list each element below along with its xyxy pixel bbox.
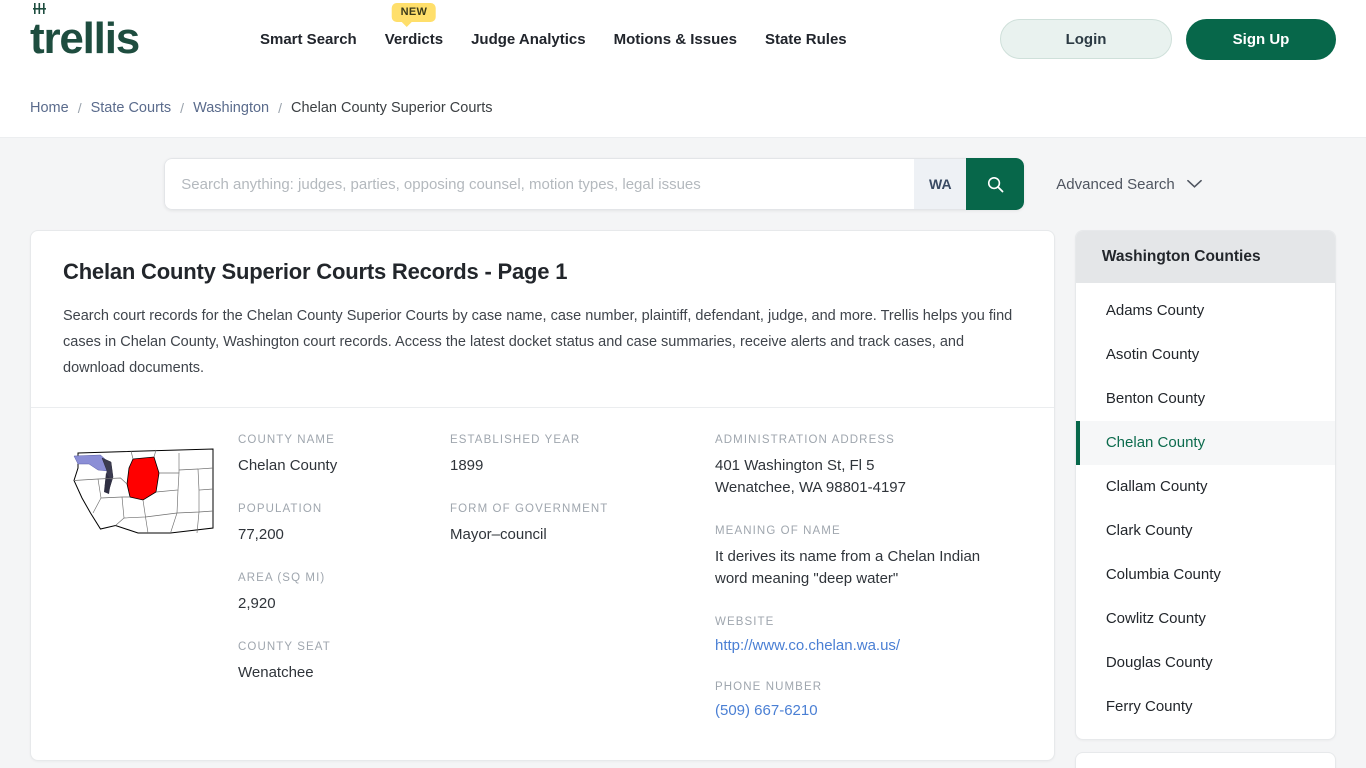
sidebar-item-clallam-county[interactable]: Clallam County	[1076, 465, 1335, 509]
counties-sidebar: Washington Counties Adams County Asotin …	[1074, 230, 1336, 740]
breadcrumb-item-washington[interactable]: Washington	[193, 100, 269, 116]
nav-item-state-rules[interactable]: State Rules	[765, 31, 847, 48]
facts-column-right: ADMINISTRATION ADDRESS 401 Washington St…	[715, 434, 1005, 720]
fact-value: 1899	[450, 457, 484, 474]
state-selector[interactable]: WA	[914, 158, 967, 210]
fact-label: WEBSITE	[715, 616, 775, 628]
fact-phone-number: PHONE NUMBER (509) 667-6210	[715, 681, 1005, 720]
sidebar-item-cowlitz-county[interactable]: Cowlitz County	[1076, 597, 1335, 641]
facts-column-middle: ESTABLISHED YEAR 1899 FORM OF GOVERNMENT…	[450, 434, 715, 720]
trellis-mark-icon	[33, 3, 46, 14]
washington-map-icon	[63, 438, 223, 543]
sidebar-item-clark-county[interactable]: Clark County	[1076, 509, 1335, 553]
nav-item-smart-search[interactable]: Smart Search	[260, 31, 357, 48]
login-button[interactable]: Login	[1000, 19, 1172, 59]
fact-value: 77,200	[238, 526, 284, 543]
main-column: Chelan County Superior Courts Records - …	[30, 230, 1055, 761]
sidebar-item-douglas-county[interactable]: Douglas County	[1076, 641, 1335, 685]
sidebar-item-ferry-county[interactable]: Ferry County	[1076, 685, 1335, 729]
fact-value: Mayor–council	[450, 526, 547, 543]
search-section: WA Advanced Search	[0, 138, 1366, 230]
fact-label: COUNTY SEAT	[238, 641, 331, 653]
fact-county-seat: COUNTY SEAT Wenatchee	[238, 641, 450, 684]
main-nav: Smart Search NEW Verdicts Judge Analytic…	[260, 2, 847, 48]
sidebar-item-benton-county[interactable]: Benton County	[1076, 377, 1335, 421]
page-body: Chelan County Superior Courts Records - …	[0, 230, 1366, 768]
facts-column-left: COUNTY NAME Chelan County POPULATION 77,…	[238, 434, 450, 720]
fact-label: AREA (SQ MI)	[238, 572, 326, 584]
advanced-search-toggle[interactable]: Advanced Search	[1056, 175, 1202, 193]
advanced-search-label: Advanced Search	[1056, 175, 1175, 193]
header-actions: Login Sign Up	[1000, 18, 1336, 60]
fact-form-of-government: FORM OF GOVERNMENT Mayor–council	[450, 503, 715, 546]
nav-item-motions-issues[interactable]: Motions & Issues	[614, 31, 737, 48]
website-link[interactable]: http://www.co.chelan.wa.us/	[715, 637, 900, 654]
fact-value-line2: Wenatchee, WA 98801-4197	[715, 479, 906, 496]
breadcrumb-item-current: Chelan County Superior Courts	[291, 99, 493, 116]
phone-link[interactable]: (509) 667-6210	[715, 702, 818, 719]
page-description: Search court records for the Chelan Coun…	[63, 308, 1013, 376]
sidebar-secondary-card	[1074, 752, 1336, 768]
county-map	[63, 434, 238, 720]
logo[interactable]: trellis	[30, 3, 230, 63]
fact-established-year: ESTABLISHED YEAR 1899	[450, 434, 715, 477]
county-facts: COUNTY NAME Chelan County POPULATION 77,…	[31, 408, 1054, 760]
sidebar-column: Washington Counties Adams County Asotin …	[1074, 230, 1336, 768]
search-button[interactable]	[966, 158, 1025, 210]
fact-website: WEBSITE http://www.co.chelan.wa.us/	[715, 616, 1005, 655]
page-title: Chelan County Superior Courts Records - …	[63, 259, 568, 284]
search-shell: WA Advanced Search	[164, 158, 1202, 210]
fact-value-line1: 401 Washington St, Fl 5	[715, 457, 875, 474]
nav-item-verdicts[interactable]: NEW Verdicts	[384, 2, 444, 48]
fact-meaning-of-name: MEANING OF NAME It derives its name from…	[715, 525, 1005, 590]
fact-value: Chelan County	[238, 457, 338, 474]
fact-label: POPULATION	[238, 503, 323, 515]
nav-label: Verdicts	[384, 30, 444, 48]
chevron-down-icon	[1186, 179, 1202, 188]
nav-item-judge-analytics[interactable]: Judge Analytics	[471, 31, 585, 48]
nav-label: State Rules	[764, 30, 847, 48]
signup-button[interactable]: Sign Up	[1186, 18, 1336, 60]
logo-text: trellis	[30, 14, 140, 63]
new-badge: NEW	[391, 2, 437, 27]
breadcrumb-separator: /	[180, 99, 185, 116]
fact-label: ADMINISTRATION ADDRESS	[715, 434, 895, 446]
fact-county-name: COUNTY NAME Chelan County	[238, 434, 450, 477]
sidebar-item-columbia-county[interactable]: Columbia County	[1076, 553, 1335, 597]
sidebar-item-chelan-county[interactable]: Chelan County	[1075, 421, 1335, 465]
breadcrumb-item-home[interactable]: Home	[30, 100, 69, 116]
fact-label: COUNTY NAME	[238, 434, 335, 446]
fact-value: 2,920	[238, 595, 276, 612]
fact-administration-address: ADMINISTRATION ADDRESS 401 Washington St…	[715, 434, 1005, 499]
nav-label: Smart Search	[260, 30, 357, 48]
sidebar-list: Adams County Asotin County Benton County…	[1075, 283, 1335, 739]
breadcrumb-separator: /	[77, 99, 82, 116]
sidebar-title: Washington Counties	[1075, 231, 1335, 283]
fact-value: It derives its name from a Chelan Indian…	[715, 548, 981, 587]
fact-value: Wenatchee	[238, 664, 314, 681]
search-group: WA	[164, 158, 1025, 210]
breadcrumb-item-state-courts[interactable]: State Courts	[91, 100, 172, 116]
nav-label: Judge Analytics	[471, 30, 586, 48]
fact-area: AREA (SQ MI) 2,920	[238, 572, 450, 615]
site-header: trellis Smart Search NEW Verdicts Judge …	[0, 0, 1366, 78]
fact-label: PHONE NUMBER	[715, 681, 823, 693]
breadcrumb: Home / State Courts / Washington / Chela…	[0, 78, 1366, 138]
search-input[interactable]	[164, 158, 915, 210]
intro-block: Chelan County Superior Courts Records - …	[31, 231, 1054, 407]
breadcrumb-separator: /	[278, 99, 282, 116]
sidebar-item-adams-county[interactable]: Adams County	[1076, 289, 1335, 333]
nav-label: Motions & Issues	[613, 30, 737, 48]
fact-label: FORM OF GOVERNMENT	[450, 503, 609, 515]
fact-population: POPULATION 77,200	[238, 503, 450, 546]
fact-label: ESTABLISHED YEAR	[450, 434, 581, 446]
county-overview-card: Chelan County Superior Courts Records - …	[30, 230, 1055, 761]
sidebar-item-asotin-county[interactable]: Asotin County	[1076, 333, 1335, 377]
search-icon	[987, 176, 1004, 192]
fact-label: MEANING OF NAME	[715, 525, 841, 537]
